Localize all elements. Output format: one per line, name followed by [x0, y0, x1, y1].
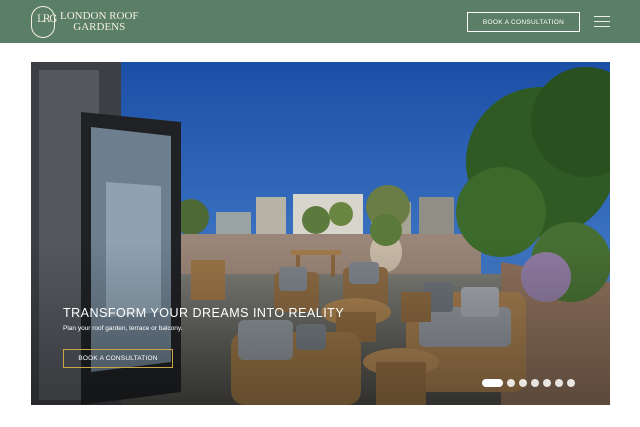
slider-pagination — [482, 379, 575, 387]
brand-line-2: Gardens — [73, 21, 126, 33]
slider-dot[interactable] — [543, 379, 551, 387]
slider-dot-active[interactable] — [482, 379, 503, 387]
site-header: LRG London Roof Gardens Book a Consultat… — [0, 0, 640, 43]
slider-dot[interactable] — [519, 379, 527, 387]
hero-title: Transform your dreams into reality — [63, 306, 345, 320]
hero-book-consultation-button[interactable]: Book a Consultation — [63, 349, 173, 368]
hamburger-icon[interactable] — [594, 16, 610, 28]
brand-logo[interactable]: LRG London Roof Gardens — [31, 5, 139, 39]
brand-name: London Roof Gardens — [60, 10, 139, 34]
slider-dot[interactable] — [507, 379, 515, 387]
hero-slider: Transform your dreams into reality Plan … — [31, 62, 610, 405]
hero-subtitle: Plan your roof garden, terrace or balcon… — [63, 325, 183, 332]
slider-dot[interactable] — [567, 379, 575, 387]
header-book-consultation-button[interactable]: Book a Consultation — [467, 12, 580, 32]
logo-monogram-icon: LRG — [31, 6, 57, 38]
slider-dot[interactable] — [531, 379, 539, 387]
slider-dot[interactable] — [555, 379, 563, 387]
